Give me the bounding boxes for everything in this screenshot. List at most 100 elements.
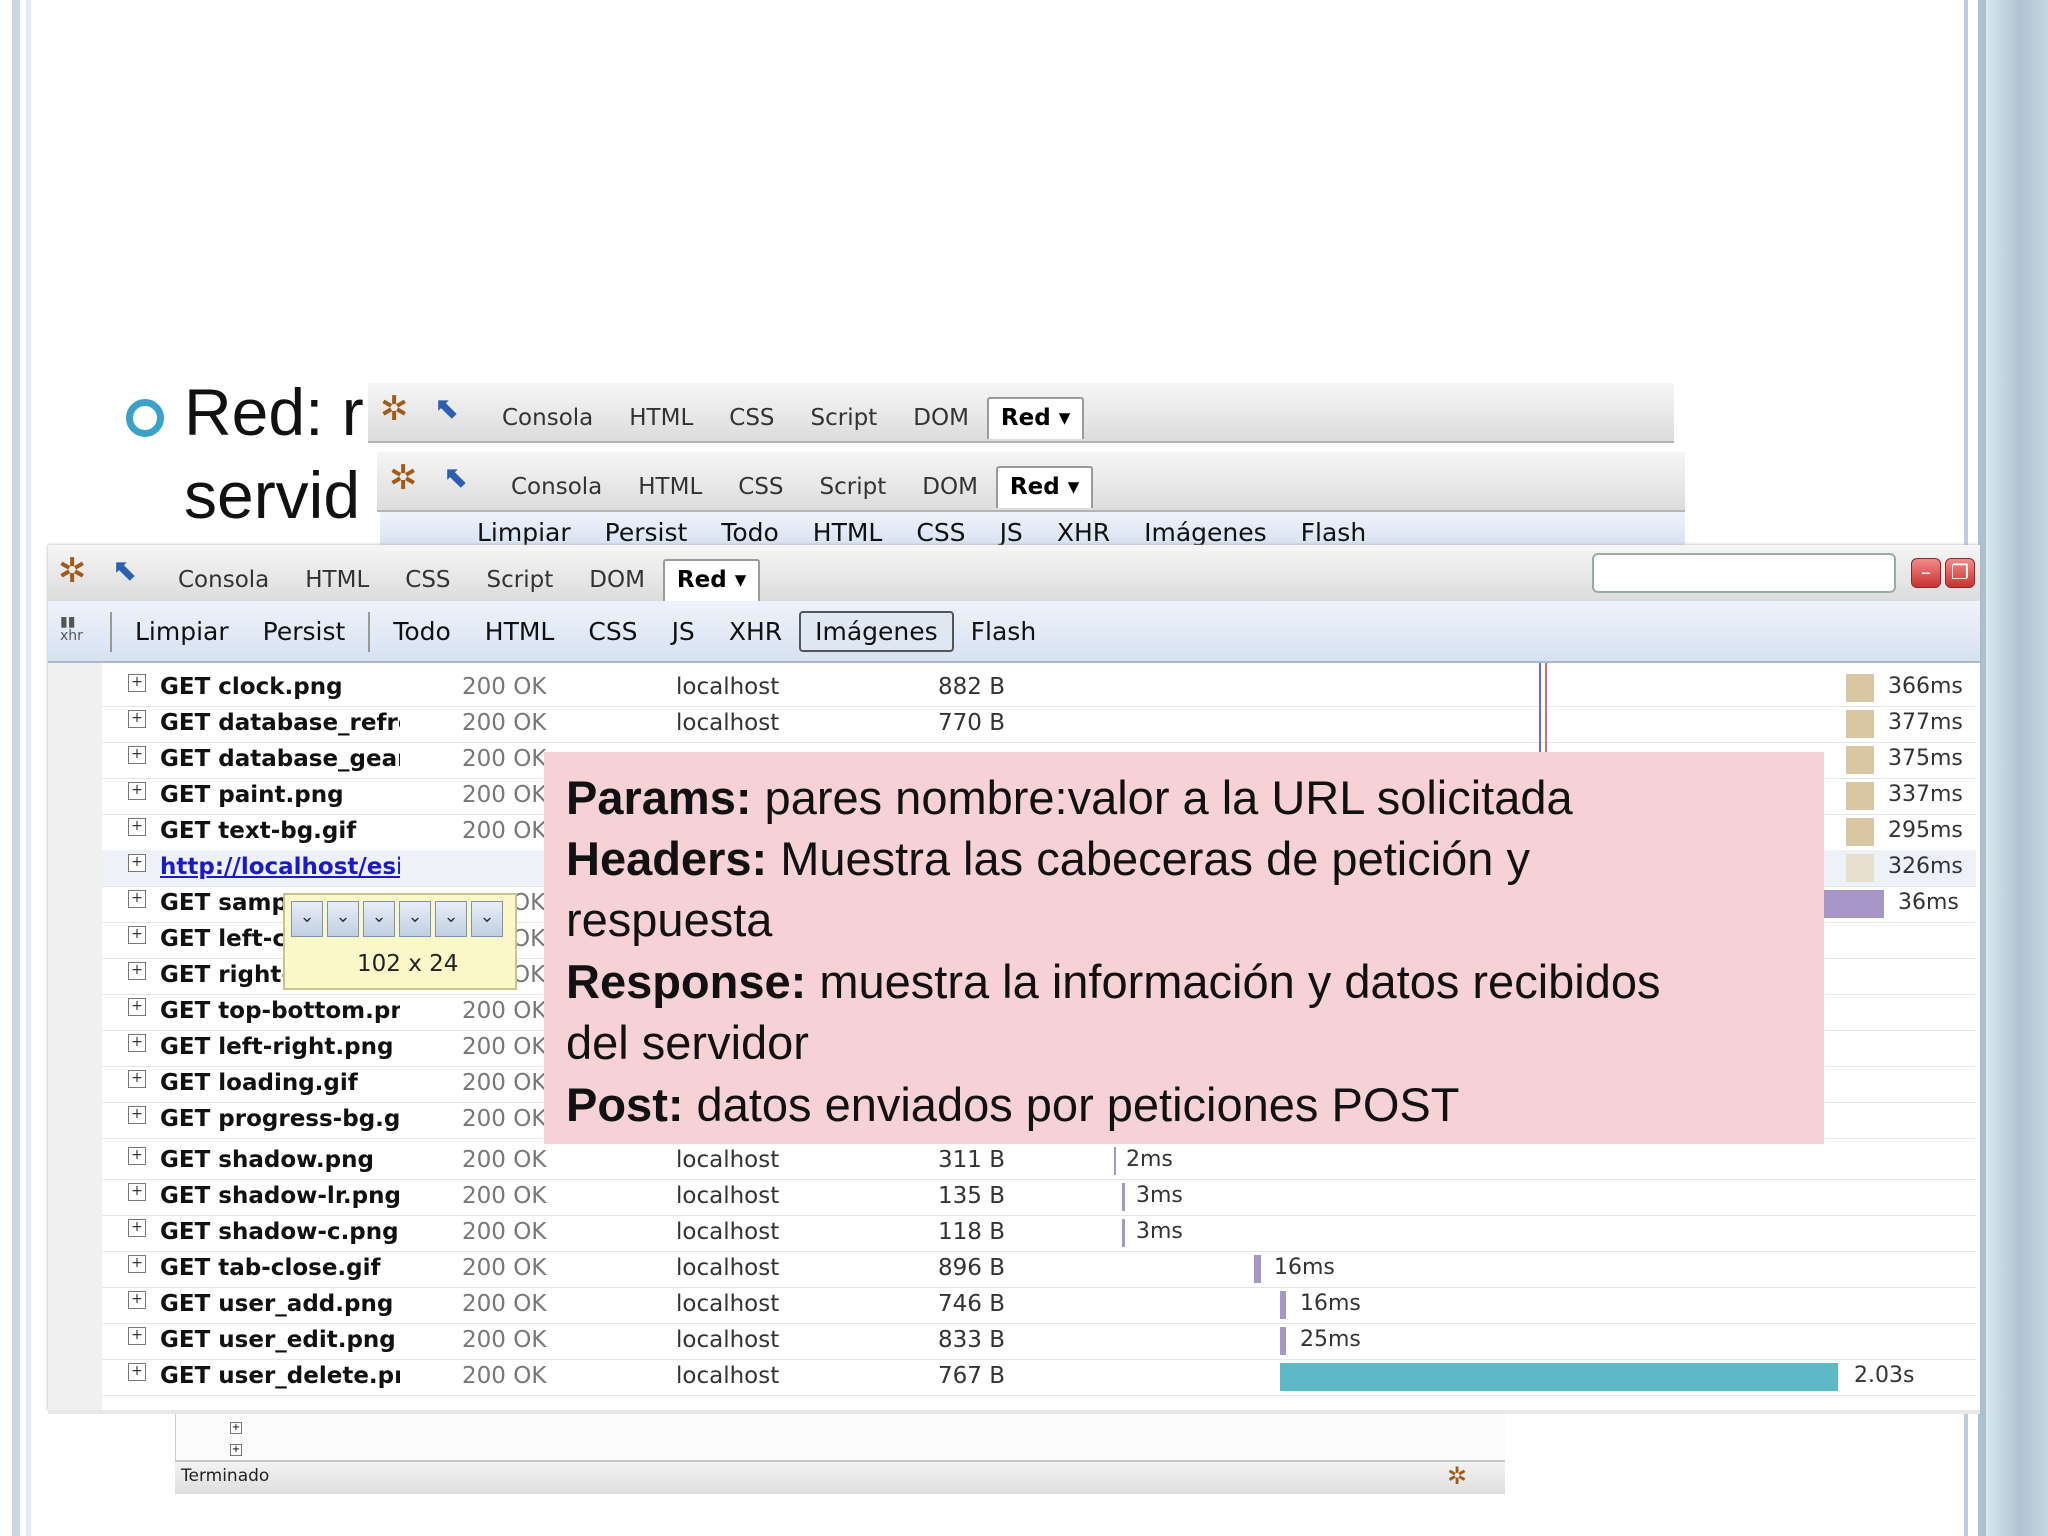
expand-icon[interactable]: +	[128, 854, 146, 872]
request-size: 770 B	[938, 710, 1005, 736]
tab-consola[interactable]: Consola	[484, 405, 611, 431]
inspect-cursor-icon[interactable]: ⬉	[443, 460, 468, 495]
table-row[interactable]: + GET clock.png 200 OK localhost 882 B 3…	[102, 670, 1976, 707]
request-domain: localhost	[676, 1255, 780, 1281]
expand-icon[interactable]: +	[230, 1422, 242, 1434]
request-status: 200 OK	[462, 1147, 547, 1173]
filter-flash[interactable]: Flash	[1284, 518, 1384, 546]
expand-icon[interactable]: +	[128, 746, 146, 764]
image-preview-tooltip: ⌄ ⌄ ⌄ ⌄ ⌄ ⌄ 102 x 24	[283, 893, 517, 990]
tab-dom[interactable]: DOM	[904, 474, 996, 500]
expand-icon[interactable]: +	[128, 998, 146, 1016]
request-file: GET progress-bg.gif	[160, 1106, 400, 1132]
expand-icon[interactable]: +	[128, 926, 146, 944]
inspect-cursor-icon[interactable]: ⬉	[112, 553, 137, 588]
tab-dom[interactable]: DOM	[895, 405, 987, 431]
filter-imagenes[interactable]: Imágenes	[799, 611, 954, 652]
filter-html[interactable]: HTML	[796, 518, 900, 546]
expand-icon[interactable]: +	[230, 1444, 242, 1456]
request-status: 200 OK	[462, 1255, 547, 1281]
request-file: GET text-bg.gif	[160, 818, 357, 844]
expand-icon[interactable]: +	[128, 782, 146, 800]
filter-persist[interactable]: Persist	[588, 518, 705, 546]
tab-red[interactable]: Red ▾	[986, 397, 1085, 439]
tab-consola[interactable]: Consola	[160, 567, 287, 593]
tab-red[interactable]: Red ▾	[662, 559, 761, 601]
filter-todo[interactable]: Todo	[376, 617, 467, 646]
request-status: 200 OK	[462, 1183, 547, 1209]
tab-script[interactable]: Script	[469, 567, 572, 593]
expand-icon[interactable]: +	[128, 1034, 146, 1052]
expand-icon[interactable]: +	[128, 818, 146, 836]
table-row[interactable]: + GET user_delete.png 200 OK localhost 7…	[102, 1359, 1976, 1396]
request-file: GET shadow-lr.png	[160, 1183, 400, 1209]
expand-icon[interactable]: +	[128, 710, 146, 728]
filter-persist[interactable]: Persist	[246, 617, 363, 646]
filter-flash[interactable]: Flash	[954, 617, 1054, 646]
tab-html[interactable]: HTML	[287, 567, 387, 593]
xhr-timeline-icon[interactable]: ▮▮ xhr	[60, 615, 88, 645]
expand-icon[interactable]: +	[128, 674, 146, 692]
detach-window-icon[interactable]: ❐	[1945, 558, 1975, 588]
firebug-bug-icon[interactable]: ✲	[58, 551, 87, 591]
tab-red[interactable]: Red ▾	[995, 466, 1094, 508]
table-row[interactable]: + GET shadow-c.png 200 OK localhost 118 …	[102, 1215, 1976, 1252]
back-window-rows: + +	[175, 1414, 1506, 1460]
expand-icon[interactable]: +	[128, 1070, 146, 1088]
expand-icon[interactable]: +	[128, 1183, 146, 1201]
expand-icon[interactable]: +	[128, 1291, 146, 1309]
filter-xhr[interactable]: XHR	[712, 617, 799, 646]
request-url-link[interactable]: http://localhost/esipv/js/ext/r	[160, 854, 400, 880]
firebug-bug-icon[interactable]: ✲	[1447, 1462, 1467, 1490]
request-time: 366ms	[1888, 674, 1963, 699]
request-time: 3ms	[1136, 1219, 1183, 1244]
request-file: GET paint.png	[160, 782, 344, 808]
minimize-icon[interactable]: –	[1911, 558, 1941, 588]
tab-css[interactable]: CSS	[720, 474, 801, 500]
timeline-bar	[1846, 710, 1874, 738]
inspect-cursor-icon[interactable]: ⬉	[434, 391, 459, 426]
filter-limpiar[interactable]: Limpiar	[460, 518, 588, 546]
table-row[interactable]: + GET user_add.png 200 OK localhost 746 …	[102, 1287, 1976, 1324]
tab-dom[interactable]: DOM	[571, 567, 663, 593]
chevron-down-icon: ⌄	[363, 901, 395, 937]
filter-js[interactable]: JS	[655, 617, 712, 646]
table-row[interactable]: + GET shadow.png 200 OK localhost 311 B …	[102, 1143, 1976, 1180]
table-row[interactable]: + GET user_edit.png 200 OK localhost 833…	[102, 1323, 1976, 1360]
expand-icon[interactable]: +	[128, 1255, 146, 1273]
tab-html[interactable]: HTML	[620, 474, 720, 500]
expand-icon[interactable]: +	[128, 890, 146, 908]
filter-css[interactable]: CSS	[571, 617, 654, 646]
request-time: 375ms	[1888, 746, 1963, 771]
table-row[interactable]: + GET database_refres 200 OK localhost 7…	[102, 706, 1976, 743]
firebug-bug-icon[interactable]: ✲	[389, 458, 418, 498]
filter-imagenes[interactable]: Imágenes	[1127, 518, 1284, 546]
filter-xhr[interactable]: XHR	[1040, 518, 1127, 546]
tab-consola[interactable]: Consola	[493, 474, 620, 500]
filter-limpiar[interactable]: Limpiar	[118, 617, 246, 646]
expand-icon[interactable]: +	[128, 1363, 146, 1381]
filter-bar-main: ▮▮ xhr Limpiar Persist Todo HTML CSS JS X…	[48, 601, 1980, 663]
filter-todo[interactable]: Todo	[704, 518, 795, 546]
expand-icon[interactable]: +	[128, 1106, 146, 1124]
expand-icon[interactable]: +	[128, 962, 146, 980]
chevron-down-icon: ⌄	[399, 901, 431, 937]
filter-css[interactable]: CSS	[899, 518, 982, 546]
table-row[interactable]: + GET shadow-lr.png 200 OK localhost 135…	[102, 1179, 1976, 1216]
tab-html[interactable]: HTML	[611, 405, 711, 431]
search-input[interactable]	[1592, 553, 1896, 593]
table-row[interactable]: + GET tab-close.gif 200 OK localhost 896…	[102, 1251, 1976, 1288]
expand-icon[interactable]: +	[128, 1147, 146, 1165]
expand-icon[interactable]: +	[128, 1327, 146, 1345]
request-file: GET top-bottom.png	[160, 998, 400, 1024]
filter-html[interactable]: HTML	[468, 617, 572, 646]
tab-css[interactable]: CSS	[711, 405, 792, 431]
tab-script[interactable]: Script	[793, 405, 896, 431]
tab-css[interactable]: CSS	[387, 567, 468, 593]
filter-js[interactable]: JS	[983, 518, 1040, 546]
expand-icon[interactable]: +	[128, 1219, 146, 1237]
tab-script[interactable]: Script	[802, 474, 905, 500]
timeline-bar	[1122, 1219, 1125, 1247]
firebug-bug-icon[interactable]: ✲	[380, 389, 409, 429]
request-status: 200 OK	[462, 1363, 547, 1389]
